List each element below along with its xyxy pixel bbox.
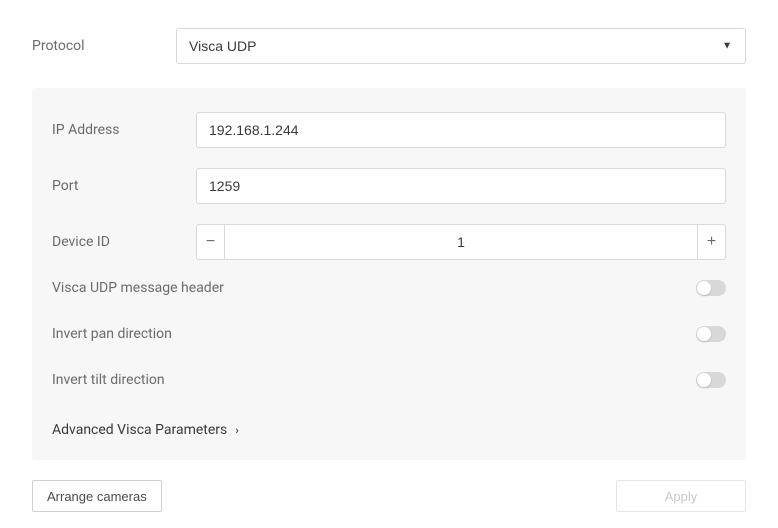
device-id-stepper: − + xyxy=(196,224,726,260)
protocol-label: Protocol xyxy=(32,38,176,54)
arrange-cameras-button[interactable]: Arrange cameras xyxy=(32,480,162,512)
visca-header-row: Visca UDP message header xyxy=(52,280,726,296)
port-row: Port xyxy=(52,168,726,204)
device-id-row: Device ID − + xyxy=(52,224,726,260)
invert-pan-label: Invert pan direction xyxy=(52,326,172,342)
ip-address-row: IP Address xyxy=(52,112,726,148)
invert-tilt-label: Invert tilt direction xyxy=(52,372,165,388)
port-label: Port xyxy=(52,178,196,194)
device-id-label: Device ID xyxy=(52,234,196,250)
footer-row: Arrange cameras Apply xyxy=(32,480,746,512)
ip-address-label: IP Address xyxy=(52,122,196,138)
apply-button[interactable]: Apply xyxy=(616,480,746,512)
invert-pan-row: Invert pan direction xyxy=(52,326,726,342)
chevron-right-double-icon: ›› xyxy=(235,424,236,437)
protocol-select-wrapper: Visca UDP ▼ xyxy=(176,28,746,64)
advanced-visca-label: Advanced Visca Parameters xyxy=(52,422,227,438)
advanced-visca-link[interactable]: Advanced Visca Parameters ›› xyxy=(52,422,236,438)
invert-tilt-toggle[interactable] xyxy=(696,372,726,388)
ip-address-input[interactable] xyxy=(196,112,726,148)
protocol-select[interactable]: Visca UDP xyxy=(176,28,746,64)
toggle-knob-icon xyxy=(697,373,711,387)
device-id-decrement-button[interactable]: − xyxy=(196,224,224,260)
device-id-increment-button[interactable]: + xyxy=(698,224,726,260)
device-id-value[interactable] xyxy=(224,224,698,260)
invert-pan-toggle[interactable] xyxy=(696,326,726,342)
toggle-knob-icon xyxy=(697,281,711,295)
visca-header-toggle[interactable] xyxy=(696,280,726,296)
port-input[interactable] xyxy=(196,168,726,204)
visca-header-label: Visca UDP message header xyxy=(52,280,224,296)
invert-tilt-row: Invert tilt direction xyxy=(52,372,726,388)
protocol-row: Protocol Visca UDP ▼ xyxy=(32,28,746,64)
toggle-knob-icon xyxy=(697,327,711,341)
settings-panel: IP Address Port Device ID − + Visca UDP … xyxy=(32,88,746,460)
